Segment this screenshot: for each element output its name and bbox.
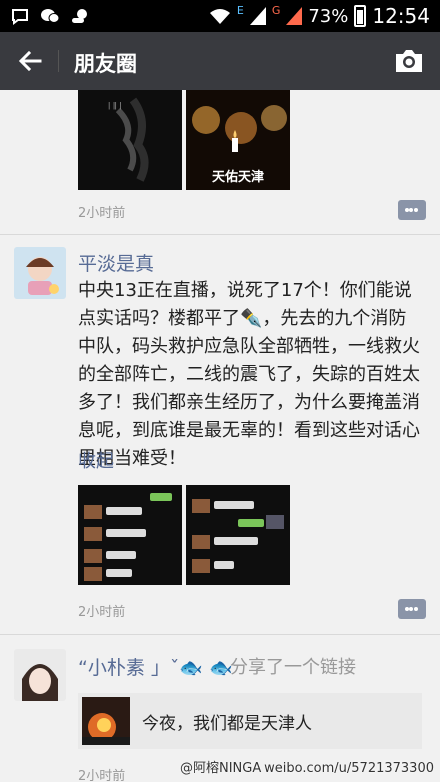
network-type-left: E <box>236 3 244 17</box>
author-name[interactable]: 平淡是真 <box>78 249 154 276</box>
app-bar-divider <box>58 50 59 72</box>
network-type-right: G <box>271 3 281 17</box>
wifi-icon <box>209 9 230 24</box>
status-right: E G 73% 12:54 <box>209 4 430 28</box>
wechat-icon <box>41 9 60 23</box>
photo-thumbnail[interactable] <box>78 485 182 585</box>
post-time: 2小时前 <box>78 206 126 221</box>
comment-menu-button[interactable] <box>398 599 426 619</box>
camera-icon[interactable] <box>394 47 424 75</box>
author-name[interactable]: “小朴素 」ˇ🐟 🐟 <box>78 653 233 680</box>
avatar[interactable] <box>14 247 66 299</box>
notification-icons <box>10 6 90 26</box>
page-title: 朋友圈 <box>74 52 137 76</box>
battery-icon <box>354 5 367 27</box>
moment-post-2: 平淡是真 中央13正在直播，说死了17个！你们能说点实话吗？楼都平了✒️，先去的… <box>0 235 440 630</box>
thumbnail-caption: 天佑天津 <box>211 170 264 185</box>
signal-icon <box>249 7 266 25</box>
moment-post-1: ǀ ǁ ǀ 天佑天津 2小时前 <box>0 90 440 230</box>
share-action-text: 分享了一个链接 <box>230 657 356 678</box>
link-title: 今夜，我们都是天津人 <box>142 714 312 734</box>
battery-percent: 73% <box>308 5 349 27</box>
shared-link-card[interactable]: 今夜，我们都是天津人 <box>78 693 422 749</box>
avatar[interactable] <box>14 649 66 701</box>
weather-icon <box>72 9 87 23</box>
back-arrow-icon[interactable] <box>16 47 44 75</box>
link-thumbnail <box>82 697 130 745</box>
post-text: 中央13正在直播，说死了17个！你们能说点实话吗？楼都平了✒️，先去的九个消防中… <box>78 280 420 469</box>
post-time: 2小时前 <box>78 605 126 620</box>
post-time: 2小时前 <box>78 769 126 782</box>
clock: 12:54 <box>372 4 430 28</box>
photo-thumbnail[interactable] <box>186 485 290 585</box>
chat-bubble-icon <box>12 9 28 25</box>
watermark-right: weibo.com/u/5721373300 <box>264 761 434 776</box>
app-bar: 朋友圈 <box>0 32 440 90</box>
photo-thumbnail[interactable]: 天佑天津 <box>186 90 290 190</box>
signal-icon-2 <box>286 7 303 25</box>
watermark-left: @阿榕NINGA <box>180 761 262 776</box>
collapse-link[interactable]: 收起 <box>78 447 114 473</box>
comment-menu-button[interactable] <box>398 200 426 220</box>
status-bar: E G 73% 12:54 <box>0 0 440 32</box>
photo-thumbnail[interactable]: ǀ ǁ ǀ <box>78 90 182 190</box>
svg-text:ǀ ǁ ǀ: ǀ ǁ ǀ <box>108 101 122 110</box>
